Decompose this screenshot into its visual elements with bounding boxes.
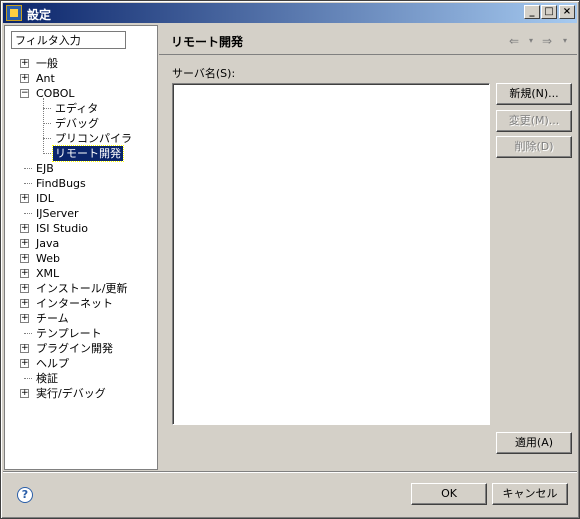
expand-icon[interactable]: + [20, 314, 29, 323]
tree-connector [43, 108, 51, 109]
tree-item[interactable]: テンプレート [5, 326, 157, 341]
tree-item-label: 一般 [36, 57, 58, 70]
dialog-button-bar: ? OK キャンセル [3, 471, 577, 517]
tree-connector [24, 168, 32, 169]
tree-item-label: Ant [36, 72, 55, 85]
server-name-label: サーバ名(S): [172, 67, 236, 80]
tree-item-label: IDL [36, 192, 54, 205]
tree-item-label: リモート開発 [52, 145, 124, 162]
tree-item[interactable]: リモート開発 [5, 145, 157, 162]
tree-item-label: COBOL [36, 87, 75, 100]
forward-arrow-icon[interactable]: ⇒ [542, 34, 552, 48]
expand-icon[interactable]: + [20, 344, 29, 353]
expand-icon[interactable]: + [20, 284, 29, 293]
tree-item[interactable]: + チーム [5, 311, 157, 326]
tree-item-label: ヘルプ [36, 357, 69, 370]
page-header: リモート開発 ⇐ ▾ ⇒ ▾ [159, 25, 577, 55]
minimize-button[interactable]: _ [524, 5, 540, 19]
tree-connector [24, 333, 32, 334]
server-list[interactable] [172, 83, 490, 425]
tree-item-label: 実行/デバッグ [36, 387, 106, 400]
tree-item-label: チーム [36, 312, 69, 325]
expand-icon[interactable]: + [20, 254, 29, 263]
collapse-icon[interactable]: − [20, 89, 29, 98]
tree-item[interactable]: EJB [5, 161, 157, 176]
tree-item[interactable]: IJServer [5, 206, 157, 221]
window-title: 設定 [27, 8, 52, 22]
tree-item-label: IJServer [36, 207, 79, 220]
tree-item-label: テンプレート [36, 327, 102, 340]
tree-item-label: XML [36, 267, 60, 280]
tree-item[interactable]: 検証 [5, 371, 157, 386]
tree-item[interactable]: プリコンパイラ [5, 131, 157, 146]
tree-item-label: 検証 [36, 372, 58, 385]
tree-item[interactable]: + 一般 [5, 56, 157, 71]
back-arrow-icon[interactable]: ⇐ [509, 34, 519, 48]
forward-history-caret-icon[interactable]: ▾ [563, 36, 567, 45]
filter-input[interactable] [11, 31, 126, 49]
expand-icon[interactable]: + [20, 389, 29, 398]
tree-connector [43, 123, 51, 124]
apply-button[interactable]: 適用(A) [496, 432, 572, 454]
preferences-window: 設定 _ □ × +一般+Ant−COBOLエディタデバッグプリコンパイラリモー… [0, 0, 580, 519]
tree-item-label: ISI Studio [36, 222, 89, 235]
new-button[interactable]: 新規(N)... [496, 83, 572, 105]
tree-item[interactable]: − COBOL [5, 86, 157, 101]
tree-item[interactable]: + Ant [5, 71, 157, 86]
tree-item[interactable]: + インストール/更新 [5, 281, 157, 296]
close-button[interactable]: × [559, 5, 575, 19]
cancel-button[interactable]: キャンセル [492, 483, 568, 505]
back-history-caret-icon[interactable]: ▾ [529, 36, 533, 45]
tree-item-label: デバッグ [55, 117, 99, 130]
help-icon[interactable]: ? [17, 487, 33, 503]
tree-item-label: インターネット [36, 297, 113, 310]
tree-item[interactable]: + プラグイン開発 [5, 341, 157, 356]
delete-button[interactable]: 削除(D) [496, 136, 572, 158]
expand-icon[interactable]: + [20, 359, 29, 368]
tree-item[interactable]: + XML [5, 266, 157, 281]
tree-item[interactable]: + ヘルプ [5, 356, 157, 371]
expand-icon[interactable]: + [20, 299, 29, 308]
expand-icon[interactable]: + [20, 59, 29, 68]
expand-icon[interactable]: + [20, 194, 29, 203]
expand-icon[interactable]: + [20, 74, 29, 83]
tree-item[interactable]: + Web [5, 251, 157, 266]
page-title: リモート開発 [171, 35, 244, 49]
tree-item[interactable]: デバッグ [5, 116, 157, 131]
tree-item[interactable]: エディタ [5, 101, 157, 116]
tree-item-label: Web [36, 252, 60, 265]
tree-connector [24, 213, 32, 214]
expand-icon[interactable]: + [20, 224, 29, 233]
tree-connector [43, 98, 44, 154]
app-icon [6, 5, 22, 21]
tree-item[interactable]: + IDL [5, 191, 157, 206]
tree-item[interactable]: + Java [5, 236, 157, 251]
title-bar[interactable]: 設定 _ □ × [3, 3, 577, 23]
tree-connector [43, 153, 51, 154]
tree-item-label: インストール/更新 [36, 282, 128, 295]
maximize-button[interactable]: □ [541, 5, 557, 19]
tree-item-label: エディタ [55, 102, 99, 115]
preference-navigation: +一般+Ant−COBOLエディタデバッグプリコンパイラリモート開発EJBFin… [4, 25, 158, 470]
tree-item-label: プリコンパイラ [55, 132, 132, 145]
tree-item[interactable]: + ISI Studio [5, 221, 157, 236]
change-button[interactable]: 変更(M)... [496, 110, 572, 132]
tree-connector [24, 378, 32, 379]
tree-item-label: Java [36, 237, 60, 250]
expand-icon[interactable]: + [20, 239, 29, 248]
tree-item-label: EJB [36, 162, 54, 175]
tree-item[interactable]: + インターネット [5, 296, 157, 311]
tree-item[interactable]: + 実行/デバッグ [5, 386, 157, 401]
tree-item[interactable]: FindBugs [5, 176, 157, 191]
preference-page: リモート開発 ⇐ ▾ ⇒ ▾ サーバ名(S): 新規(N)... 変更(M)..… [159, 25, 577, 470]
tree-item-label: プラグイン開発 [36, 342, 113, 355]
expand-icon[interactable]: + [20, 269, 29, 278]
tree-connector [43, 138, 51, 139]
tree-item-label: FindBugs [36, 177, 86, 190]
ok-button[interactable]: OK [411, 483, 487, 505]
tree-connector [24, 183, 32, 184]
